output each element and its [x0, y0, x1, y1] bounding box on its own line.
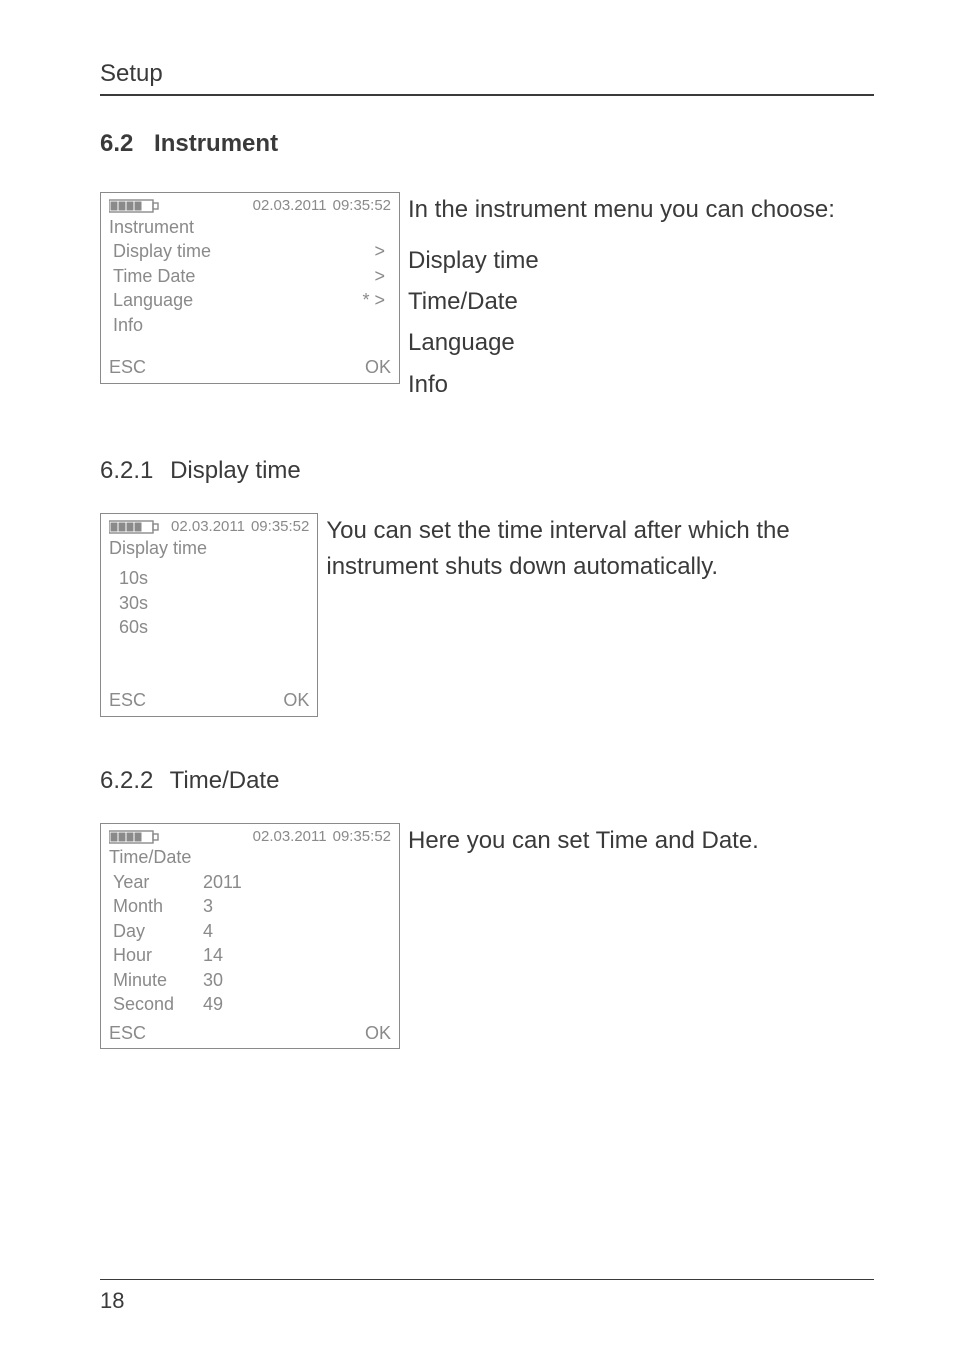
menu-item-label: Info — [113, 314, 355, 337]
lcd-date: 02.03.2011 — [253, 197, 327, 216]
lcd-date: 02.03.2011 — [253, 828, 327, 847]
lcd-time: 09:35:52 — [251, 518, 309, 537]
option-10s[interactable]: 10s — [119, 567, 307, 590]
section-title-text: Instrument — [154, 130, 278, 157]
lcd-title: Display time — [109, 537, 309, 560]
display-time-description: You can set the time interval after whic… — [326, 513, 874, 589]
field-name: Day — [113, 920, 203, 943]
list-item: Display time — [408, 242, 835, 279]
field-minute[interactable]: Minute 30 — [113, 969, 389, 992]
ok-button[interactable]: OK — [365, 1022, 391, 1045]
lcd-time: 09:35:52 — [333, 828, 391, 847]
lcd-title: Time/Date — [109, 846, 391, 869]
field-second[interactable]: Second 49 — [113, 993, 389, 1016]
menu-item-label: Display time — [113, 240, 355, 263]
menu-item-time-date[interactable]: Time Date > — [113, 265, 389, 288]
field-name: Year — [113, 871, 203, 894]
field-value: 2011 — [203, 871, 283, 894]
field-name: Minute — [113, 969, 203, 992]
description-text: Here you can set Time and Date. — [408, 823, 759, 859]
field-year[interactable]: Year 2011 — [113, 871, 389, 894]
ok-button[interactable]: OK — [365, 356, 391, 379]
subsection-number: 6.2.1 — [100, 457, 153, 485]
menu-item-label: Time Date — [113, 265, 355, 288]
lcd-title: Instrument — [109, 216, 391, 239]
menu-item-display-time[interactable]: Display time > — [113, 240, 389, 263]
time-date-lcd: 02.03.2011 09:35:52 Time/Date Year 2011 … — [100, 823, 400, 1050]
field-value: 14 — [203, 944, 283, 967]
intro-text: In the instrument menu you can choose: — [408, 192, 835, 228]
field-name: Month — [113, 895, 203, 918]
subsection-heading: 6.2.1 Display time — [100, 457, 874, 485]
option-30s[interactable]: 30s — [119, 592, 307, 615]
lcd-time: 09:35:52 — [333, 197, 391, 216]
list-item: Language — [408, 324, 835, 361]
description-text: You can set the time interval after whic… — [326, 513, 874, 585]
list-item: Info — [408, 366, 835, 403]
esc-button[interactable]: ESC — [109, 689, 146, 712]
subsection-heading: 6.2.2 Time/Date — [100, 767, 874, 795]
battery-icon — [109, 199, 159, 213]
running-head: Setup — [100, 60, 874, 96]
display-time-lcd: 02.03.2011 09:35:52 Display time 10s 30s… — [100, 513, 318, 717]
field-value: 30 — [203, 969, 283, 992]
ok-button[interactable]: OK — [283, 689, 309, 712]
time-date-description: Here you can set Time and Date. — [408, 823, 759, 863]
field-hour[interactable]: Hour 14 — [113, 944, 389, 967]
option-60s[interactable]: 60s — [119, 616, 307, 639]
selected-chevron-icon: * > — [355, 289, 389, 312]
menu-item-mark — [355, 314, 389, 337]
subsection-title: Display time — [170, 457, 301, 484]
lcd-date: 02.03.2011 — [171, 518, 245, 537]
page-number: 18 — [100, 1288, 124, 1313]
field-value: 3 — [203, 895, 283, 918]
list-item: Time/Date — [408, 283, 835, 320]
section-heading: 6.2 Instrument — [100, 130, 874, 158]
page-footer: 18 — [100, 1279, 874, 1314]
menu-item-label: Language — [113, 289, 355, 312]
field-value: 4 — [203, 920, 283, 943]
chevron-right-icon: > — [355, 240, 389, 263]
battery-icon — [109, 830, 159, 844]
field-day[interactable]: Day 4 — [113, 920, 389, 943]
instrument-description: In the instrument menu you can choose: D… — [408, 192, 835, 407]
subsection-number: 6.2.2 — [100, 767, 153, 795]
esc-button[interactable]: ESC — [109, 356, 146, 379]
instrument-lcd: 02.03.2011 09:35:52 Instrument Display t… — [100, 192, 400, 384]
field-name: Second — [113, 993, 203, 1016]
chevron-right-icon: > — [355, 265, 389, 288]
field-name: Hour — [113, 944, 203, 967]
menu-item-language[interactable]: Language * > — [113, 289, 389, 312]
esc-button[interactable]: ESC — [109, 1022, 146, 1045]
battery-icon — [109, 520, 159, 534]
subsection-title: Time/Date — [170, 767, 280, 794]
menu-item-info[interactable]: Info — [113, 314, 389, 337]
section-number: 6.2 — [100, 130, 133, 158]
field-value: 49 — [203, 993, 283, 1016]
field-month[interactable]: Month 3 — [113, 895, 389, 918]
